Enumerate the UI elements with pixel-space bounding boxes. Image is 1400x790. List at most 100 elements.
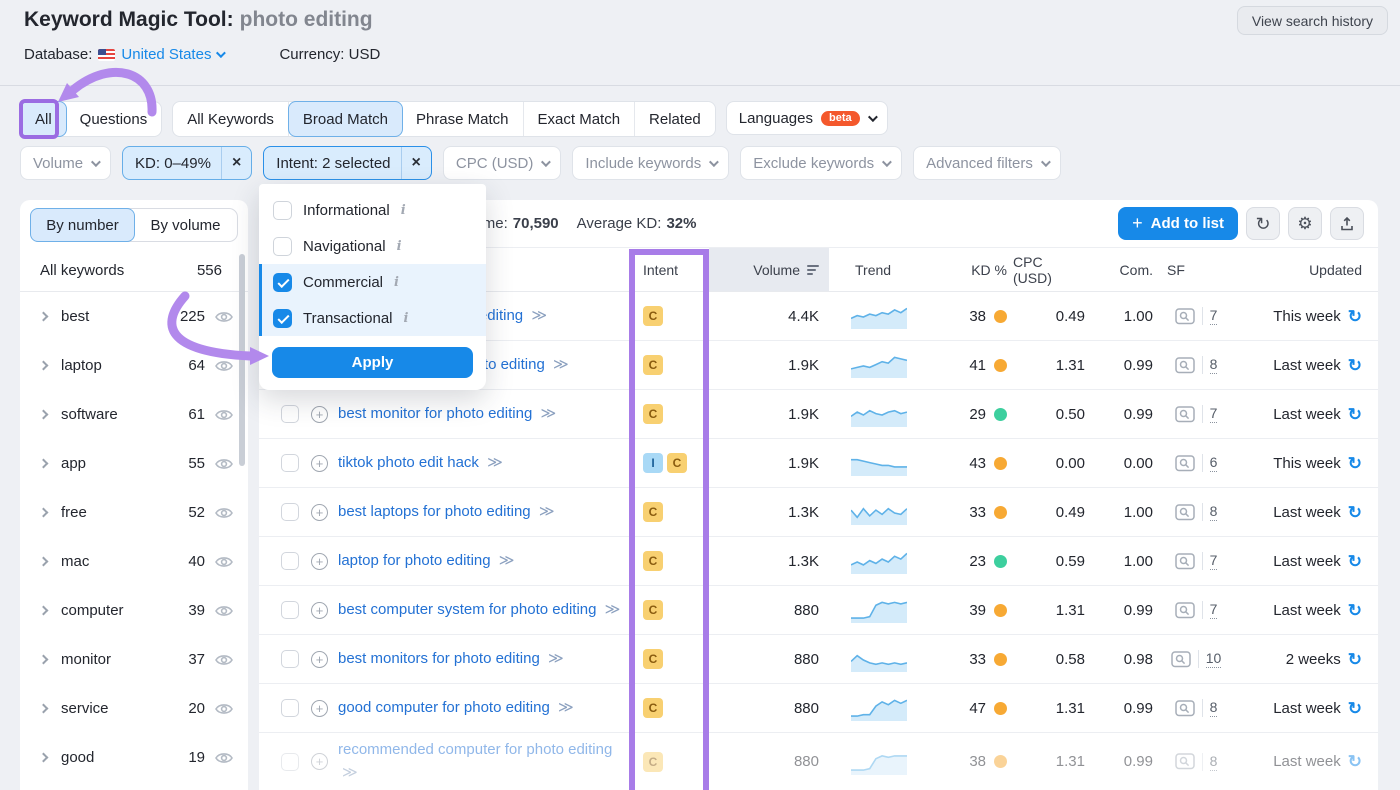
intent-option[interactable]: Navigational i <box>259 228 486 264</box>
all-keywords-row[interactable]: All keywords 556 <box>20 250 248 292</box>
sf-count-link[interactable]: 8 <box>1210 503 1218 521</box>
add-keyword-icon[interactable]: + <box>311 700 328 717</box>
sf-count-link[interactable]: 8 <box>1210 699 1218 717</box>
filter-kd-clear[interactable]: × <box>221 147 251 179</box>
sf-count-link[interactable]: 6 <box>1210 454 1218 472</box>
serp-features-icon[interactable] <box>1175 357 1195 374</box>
serp-features-icon[interactable] <box>1171 651 1191 668</box>
refresh-icon[interactable]: ↻ <box>1348 308 1362 325</box>
sidebar-group-row[interactable]: monitor 37 <box>20 635 248 684</box>
refresh-icon[interactable]: ↻ <box>1348 406 1362 423</box>
sidebar-scrollbar[interactable] <box>239 254 245 466</box>
view-search-history-button[interactable]: View search history <box>1237 6 1388 35</box>
refresh-icon[interactable]: ↻ <box>1348 504 1362 521</box>
sf-count-link[interactable]: 10 <box>1206 650 1222 668</box>
checkbox[interactable] <box>273 273 292 292</box>
open-keyword-icon[interactable]: ≫ <box>540 405 556 422</box>
export-button[interactable] <box>1330 207 1364 240</box>
filter-intent-clear[interactable]: × <box>401 147 431 179</box>
add-keyword-icon[interactable]: + <box>311 651 328 668</box>
sidebar-group-row[interactable]: free 52 <box>20 488 248 537</box>
open-keyword-icon[interactable]: ≫ <box>342 764 358 781</box>
keyword-link[interactable]: best monitor for photo editing <box>338 405 532 422</box>
add-to-list-button[interactable]: + Add to list <box>1118 207 1238 240</box>
checkbox[interactable] <box>273 309 292 328</box>
refresh-icon[interactable]: ↻ <box>1348 455 1362 472</box>
eye-icon[interactable] <box>214 555 234 569</box>
sidebar-group-row[interactable]: software 61 <box>20 390 248 439</box>
toggle-by-number[interactable]: By number <box>30 208 135 242</box>
sf-count-link[interactable]: 7 <box>1210 307 1218 325</box>
eye-icon[interactable] <box>214 457 234 471</box>
toggle-by-volume[interactable]: By volume <box>134 209 237 241</box>
sf-count-link[interactable]: 8 <box>1210 753 1218 771</box>
keyword-link[interactable]: laptop for photo editing <box>338 552 491 569</box>
refresh-icon[interactable]: ↻ <box>1348 357 1362 374</box>
keyword-link[interactable]: best computer system for photo editing <box>338 601 596 618</box>
sidebar-group-row[interactable]: service 20 <box>20 684 248 733</box>
sidebar-group-row[interactable]: computer 39 <box>20 586 248 635</box>
eye-icon[interactable] <box>214 408 234 422</box>
serp-features-icon[interactable] <box>1175 753 1195 770</box>
eye-icon[interactable] <box>214 702 234 716</box>
tab-all-keywords[interactable]: All Keywords <box>173 102 289 136</box>
sidebar-group-row[interactable]: laptop 64 <box>20 341 248 390</box>
header-intent[interactable]: Intent <box>629 248 709 291</box>
keyword-link[interactable]: tiktok photo edit hack <box>338 454 479 471</box>
filter-cpc[interactable]: CPC (USD) <box>443 146 562 180</box>
open-keyword-icon[interactable]: ≫ <box>558 699 574 716</box>
row-checkbox[interactable] <box>281 650 299 668</box>
apply-button[interactable]: Apply <box>272 347 473 378</box>
add-keyword-icon[interactable]: + <box>311 602 328 619</box>
open-keyword-icon[interactable]: ≫ <box>539 503 555 520</box>
row-checkbox[interactable] <box>281 601 299 619</box>
filter-kd[interactable]: KD: 0–49% × <box>122 146 252 180</box>
sf-count-link[interactable]: 7 <box>1210 405 1218 423</box>
open-keyword-icon[interactable]: ≫ <box>531 307 547 324</box>
intent-option[interactable]: Informational i <box>259 192 486 228</box>
refresh-icon[interactable]: ↻ <box>1348 553 1362 570</box>
row-checkbox[interactable] <box>281 454 299 472</box>
eye-icon[interactable] <box>214 604 234 618</box>
keyword-link[interactable]: best monitors for photo editing <box>338 650 540 667</box>
checkbox[interactable] <box>273 237 292 256</box>
refresh-icon[interactable]: ↻ <box>1348 602 1362 619</box>
header-kd[interactable]: KD % <box>929 248 1013 291</box>
row-checkbox[interactable] <box>281 405 299 423</box>
filter-exclude-keywords[interactable]: Exclude keywords <box>740 146 902 180</box>
tab-all[interactable]: All <box>20 101 67 137</box>
sidebar-group-row[interactable]: app 55 <box>20 439 248 488</box>
refresh-icon[interactable]: ↻ <box>1348 651 1362 668</box>
header-updated[interactable]: Updated <box>1235 248 1378 291</box>
intent-option[interactable]: Transactional i <box>259 300 486 336</box>
header-cpc[interactable]: CPC (USD) <box>1013 248 1089 291</box>
add-keyword-icon[interactable]: + <box>311 455 328 472</box>
serp-features-icon[interactable] <box>1175 308 1195 325</box>
serp-features-icon[interactable] <box>1175 455 1195 472</box>
sf-count-link[interactable]: 8 <box>1210 356 1218 374</box>
add-keyword-icon[interactable]: + <box>311 504 328 521</box>
filter-advanced[interactable]: Advanced filters <box>913 146 1061 180</box>
serp-features-icon[interactable] <box>1175 406 1195 423</box>
keyword-link[interactable]: good computer for photo editing <box>338 699 550 716</box>
tab-phrase-match[interactable]: Phrase Match <box>402 102 524 136</box>
add-keyword-icon[interactable]: + <box>311 553 328 570</box>
refresh-icon[interactable]: ↻ <box>1348 700 1362 717</box>
row-checkbox[interactable] <box>281 552 299 570</box>
open-keyword-icon[interactable]: ≫ <box>605 601 621 618</box>
eye-icon[interactable] <box>214 506 234 520</box>
header-sf[interactable]: SF <box>1157 248 1235 291</box>
open-keyword-icon[interactable]: ≫ <box>553 356 569 373</box>
open-keyword-icon[interactable]: ≫ <box>487 454 503 471</box>
keyword-link[interactable]: best laptops for photo editing <box>338 503 531 520</box>
tab-broad-match[interactable]: Broad Match <box>288 101 403 137</box>
filter-intent[interactable]: Intent: 2 selected × <box>263 146 432 180</box>
refresh-button[interactable]: ↻ <box>1246 207 1280 240</box>
row-checkbox[interactable] <box>281 503 299 521</box>
serp-features-icon[interactable] <box>1175 700 1195 717</box>
tab-exact-match[interactable]: Exact Match <box>524 102 636 136</box>
filter-include-keywords[interactable]: Include keywords <box>572 146 729 180</box>
eye-icon[interactable] <box>214 359 234 373</box>
eye-icon[interactable] <box>214 653 234 667</box>
keyword-link[interactable]: recommended computer for photo editing <box>338 741 612 758</box>
